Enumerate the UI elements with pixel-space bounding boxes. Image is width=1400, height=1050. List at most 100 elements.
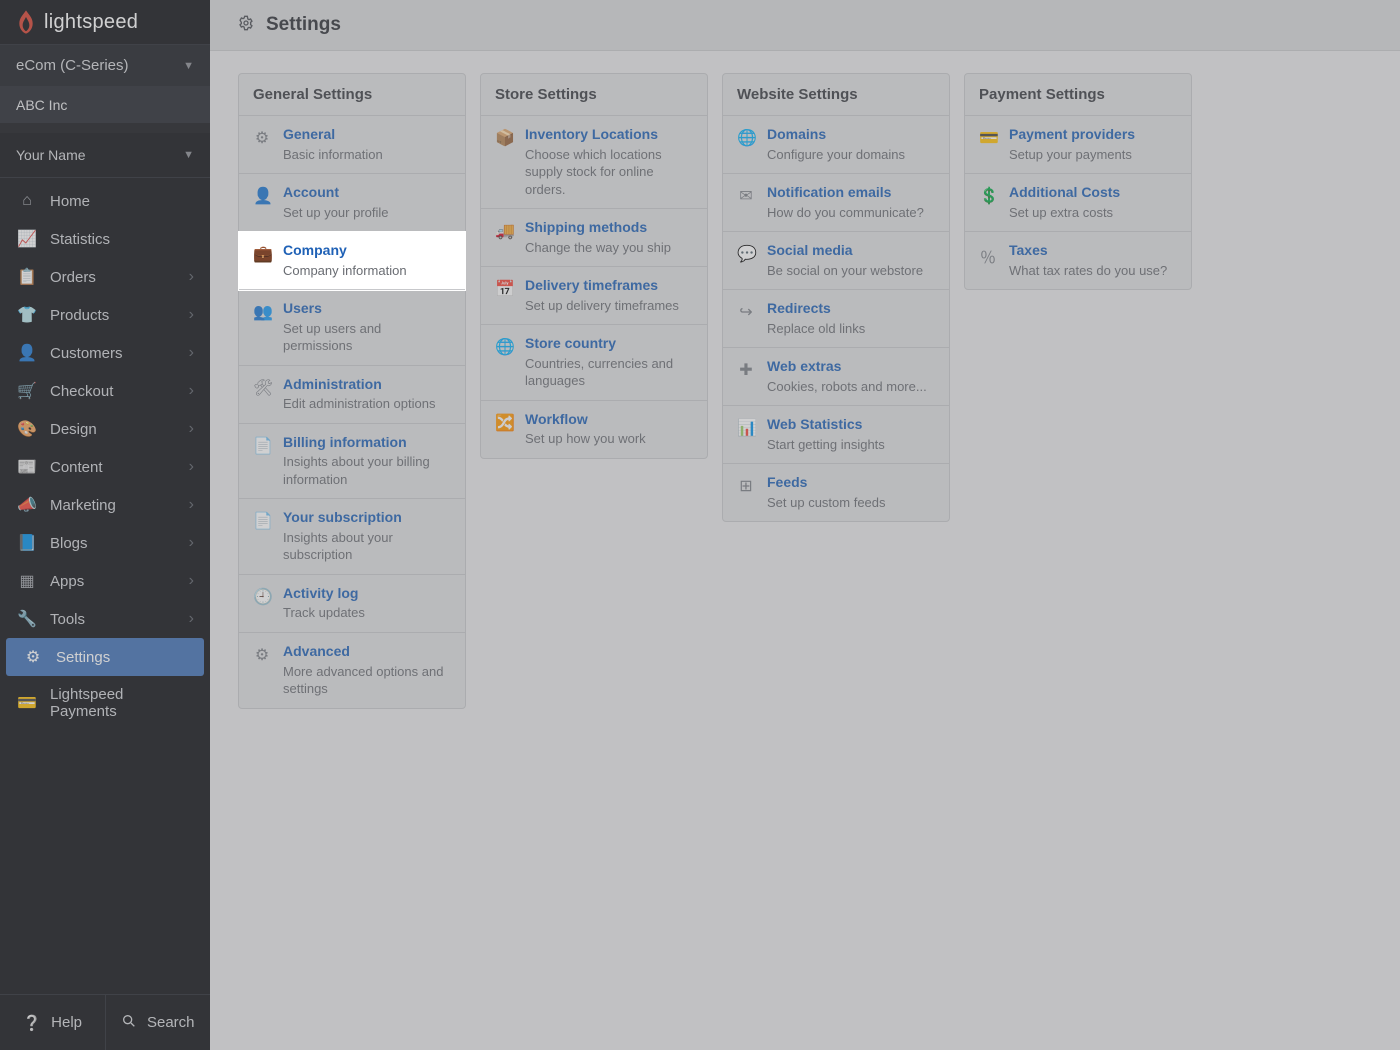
row-icon: ⊞ xyxy=(737,474,755,511)
sidebar-item-apps[interactable]: ▦ Apps xyxy=(0,562,210,600)
gear-icon xyxy=(238,15,254,36)
row-desc: Insights about your subscription xyxy=(283,529,451,564)
sidebar-item-orders[interactable]: 📋Orders xyxy=(0,258,210,296)
settings-link-store-country[interactable]: 🌐Store countryCountries, currencies and … xyxy=(481,325,707,401)
row-desc: Set up users and permissions xyxy=(283,320,451,355)
sidebar-item-design[interactable]: 🎨Design xyxy=(0,410,210,448)
row-desc: Edit administration options xyxy=(283,395,435,413)
product-switcher[interactable]: eCom (C-Series) ▼ xyxy=(0,44,210,87)
sidebar-item-label: Settings xyxy=(56,649,110,666)
settings-link-taxes[interactable]: ％TaxesWhat tax rates do you use? xyxy=(965,232,1191,289)
settings-link-account[interactable]: 👤AccountSet up your profile xyxy=(239,174,465,232)
row-icon: ✉ xyxy=(737,184,755,221)
page-title: Settings xyxy=(266,14,341,36)
product-switcher-label: eCom (C-Series) xyxy=(16,57,129,74)
sidebar-footer: ❔ Help Search xyxy=(0,994,210,1050)
row-desc: Track updates xyxy=(283,604,365,622)
settings-link-inventory-locations[interactable]: 📦Inventory LocationsChoose which locatio… xyxy=(481,116,707,209)
settings-link-activity-log[interactable]: 🕘Activity logTrack updates xyxy=(239,575,465,633)
sidebar-item-products[interactable]: 👕Products xyxy=(0,296,210,334)
primary-nav: ⌂Home📈Statistics📋Orders👕Products👤Custome… xyxy=(0,178,210,994)
sidebar: lightspeed eCom (C-Series) ▼ ABC Inc You… xyxy=(0,0,210,1050)
row-desc: Set up delivery timeframes xyxy=(525,297,679,315)
cart-icon: 🛒 xyxy=(18,382,36,400)
settings-link-administration[interactable]: 🛠AdministrationEdit administration optio… xyxy=(239,366,465,424)
settings-link-web-extras[interactable]: ✚Web extrasCookies, robots and more... xyxy=(723,348,949,406)
settings-link-your-subscription[interactable]: 📄Your subscriptionInsights about your su… xyxy=(239,499,465,575)
sidebar-item-settings[interactable]: ⚙Settings xyxy=(6,638,204,676)
clipboard-icon: 📋 xyxy=(18,268,36,286)
row-desc: Choose which locations supply stock for … xyxy=(525,146,693,199)
settings-card-website-settings: Website Settings🌐DomainsConfigure your d… xyxy=(722,73,950,522)
settings-link-redirects[interactable]: ↪RedirectsReplace old links xyxy=(723,290,949,348)
row-icon: 🌐 xyxy=(495,335,513,390)
settings-link-feeds[interactable]: ⊞FeedsSet up custom feeds xyxy=(723,464,949,521)
sidebar-item-checkout[interactable]: 🛒Checkout xyxy=(0,372,210,410)
sidebar-item-blogs[interactable]: 📘Blogs xyxy=(0,524,210,562)
sidebar-item-tools[interactable]: 🔧Tools xyxy=(0,600,210,638)
row-title: Account xyxy=(283,184,389,202)
row-icon: 📦 xyxy=(495,126,513,198)
settings-link-web-statistics[interactable]: 📊Web StatisticsStart getting insights xyxy=(723,406,949,464)
help-label: Help xyxy=(51,1014,82,1031)
row-icon: 💲 xyxy=(979,184,997,221)
row-title: Users xyxy=(283,300,451,318)
palette-icon: 🎨 xyxy=(18,420,36,438)
row-title: Notification emails xyxy=(767,184,924,202)
row-desc: Set up extra costs xyxy=(1009,204,1120,222)
settings-link-social-media[interactable]: 💬Social mediaBe social on your webstore xyxy=(723,232,949,290)
grid-icon: ▦ xyxy=(18,572,36,590)
row-desc: Start getting insights xyxy=(767,436,885,454)
sidebar-item-label: Marketing xyxy=(50,497,116,514)
settings-link-general[interactable]: ⚙GeneralBasic information xyxy=(239,116,465,174)
row-title: Feeds xyxy=(767,474,886,492)
settings-link-shipping-methods[interactable]: 🚚Shipping methodsChange the way you ship xyxy=(481,209,707,267)
settings-link-domains[interactable]: 🌐DomainsConfigure your domains xyxy=(723,116,949,174)
caret-down-icon: ▼ xyxy=(183,149,194,161)
settings-link-billing-information[interactable]: 📄Billing informationInsights about your … xyxy=(239,424,465,500)
settings-link-company[interactable]: 💼CompanyCompany information xyxy=(239,232,465,290)
row-desc: Setup your payments xyxy=(1009,146,1135,164)
sidebar-item-marketing[interactable]: 📣Marketing xyxy=(0,486,210,524)
sidebar-item-label: Apps xyxy=(50,573,84,590)
settings-link-advanced[interactable]: ⚙AdvancedMore advanced options and setti… xyxy=(239,633,465,708)
row-icon: 🛠 xyxy=(253,376,271,413)
row-desc: Replace old links xyxy=(767,320,865,338)
row-icon: 👥 xyxy=(253,300,271,355)
row-title: Your subscription xyxy=(283,509,451,527)
sidebar-item-customers[interactable]: 👤Customers xyxy=(0,334,210,372)
search-label: Search xyxy=(147,1014,195,1031)
row-icon: 📄 xyxy=(253,434,271,489)
card-header: General Settings xyxy=(239,74,465,116)
chart-icon: 📈 xyxy=(18,230,36,248)
row-title: Redirects xyxy=(767,300,865,318)
sidebar-item-label: Products xyxy=(50,307,109,324)
sidebar-item-label: Content xyxy=(50,459,103,476)
settings-link-notification-emails[interactable]: ✉Notification emailsHow do you communica… xyxy=(723,174,949,232)
row-desc: Set up how you work xyxy=(525,430,646,448)
help-button[interactable]: ❔ Help xyxy=(0,995,105,1050)
row-icon: 💼 xyxy=(253,242,271,279)
flame-icon xyxy=(16,10,36,34)
settings-link-users[interactable]: 👥 Users Set up users and permissions xyxy=(239,290,465,366)
row-icon: 🌐 xyxy=(737,126,755,163)
row-icon: 📅 xyxy=(495,277,513,314)
sidebar-item-content[interactable]: 📰 Content xyxy=(0,448,210,486)
settings-link-additional-costs[interactable]: 💲Additional CostsSet up extra costs xyxy=(965,174,1191,232)
user-name: Your Name xyxy=(16,147,86,163)
settings-link-payment-providers[interactable]: 💳Payment providersSetup your payments xyxy=(965,116,1191,174)
settings-link-workflow[interactable]: 🔀WorkflowSet up how you work xyxy=(481,401,707,458)
row-title: Delivery timeframes xyxy=(525,277,679,295)
news-icon: 📰 xyxy=(18,458,36,476)
row-icon: 🕘 xyxy=(253,585,271,622)
search-button[interactable]: Search xyxy=(105,995,211,1050)
sidebar-item-home[interactable]: ⌂Home xyxy=(0,182,210,220)
org-name[interactable]: ABC Inc xyxy=(0,87,210,123)
row-icon: 🔀 xyxy=(495,411,513,448)
sidebar-item-lightspeed-payments[interactable]: 💳Lightspeed Payments xyxy=(0,676,210,730)
row-desc: Configure your domains xyxy=(767,146,905,164)
user-menu[interactable]: Your Name ▼ xyxy=(0,133,210,178)
sidebar-item-statistics[interactable]: 📈Statistics xyxy=(0,220,210,258)
settings-link-delivery-timeframes[interactable]: 📅 Delivery timeframes Set up delivery time… xyxy=(481,267,707,325)
row-title: Payment providers xyxy=(1009,126,1135,144)
